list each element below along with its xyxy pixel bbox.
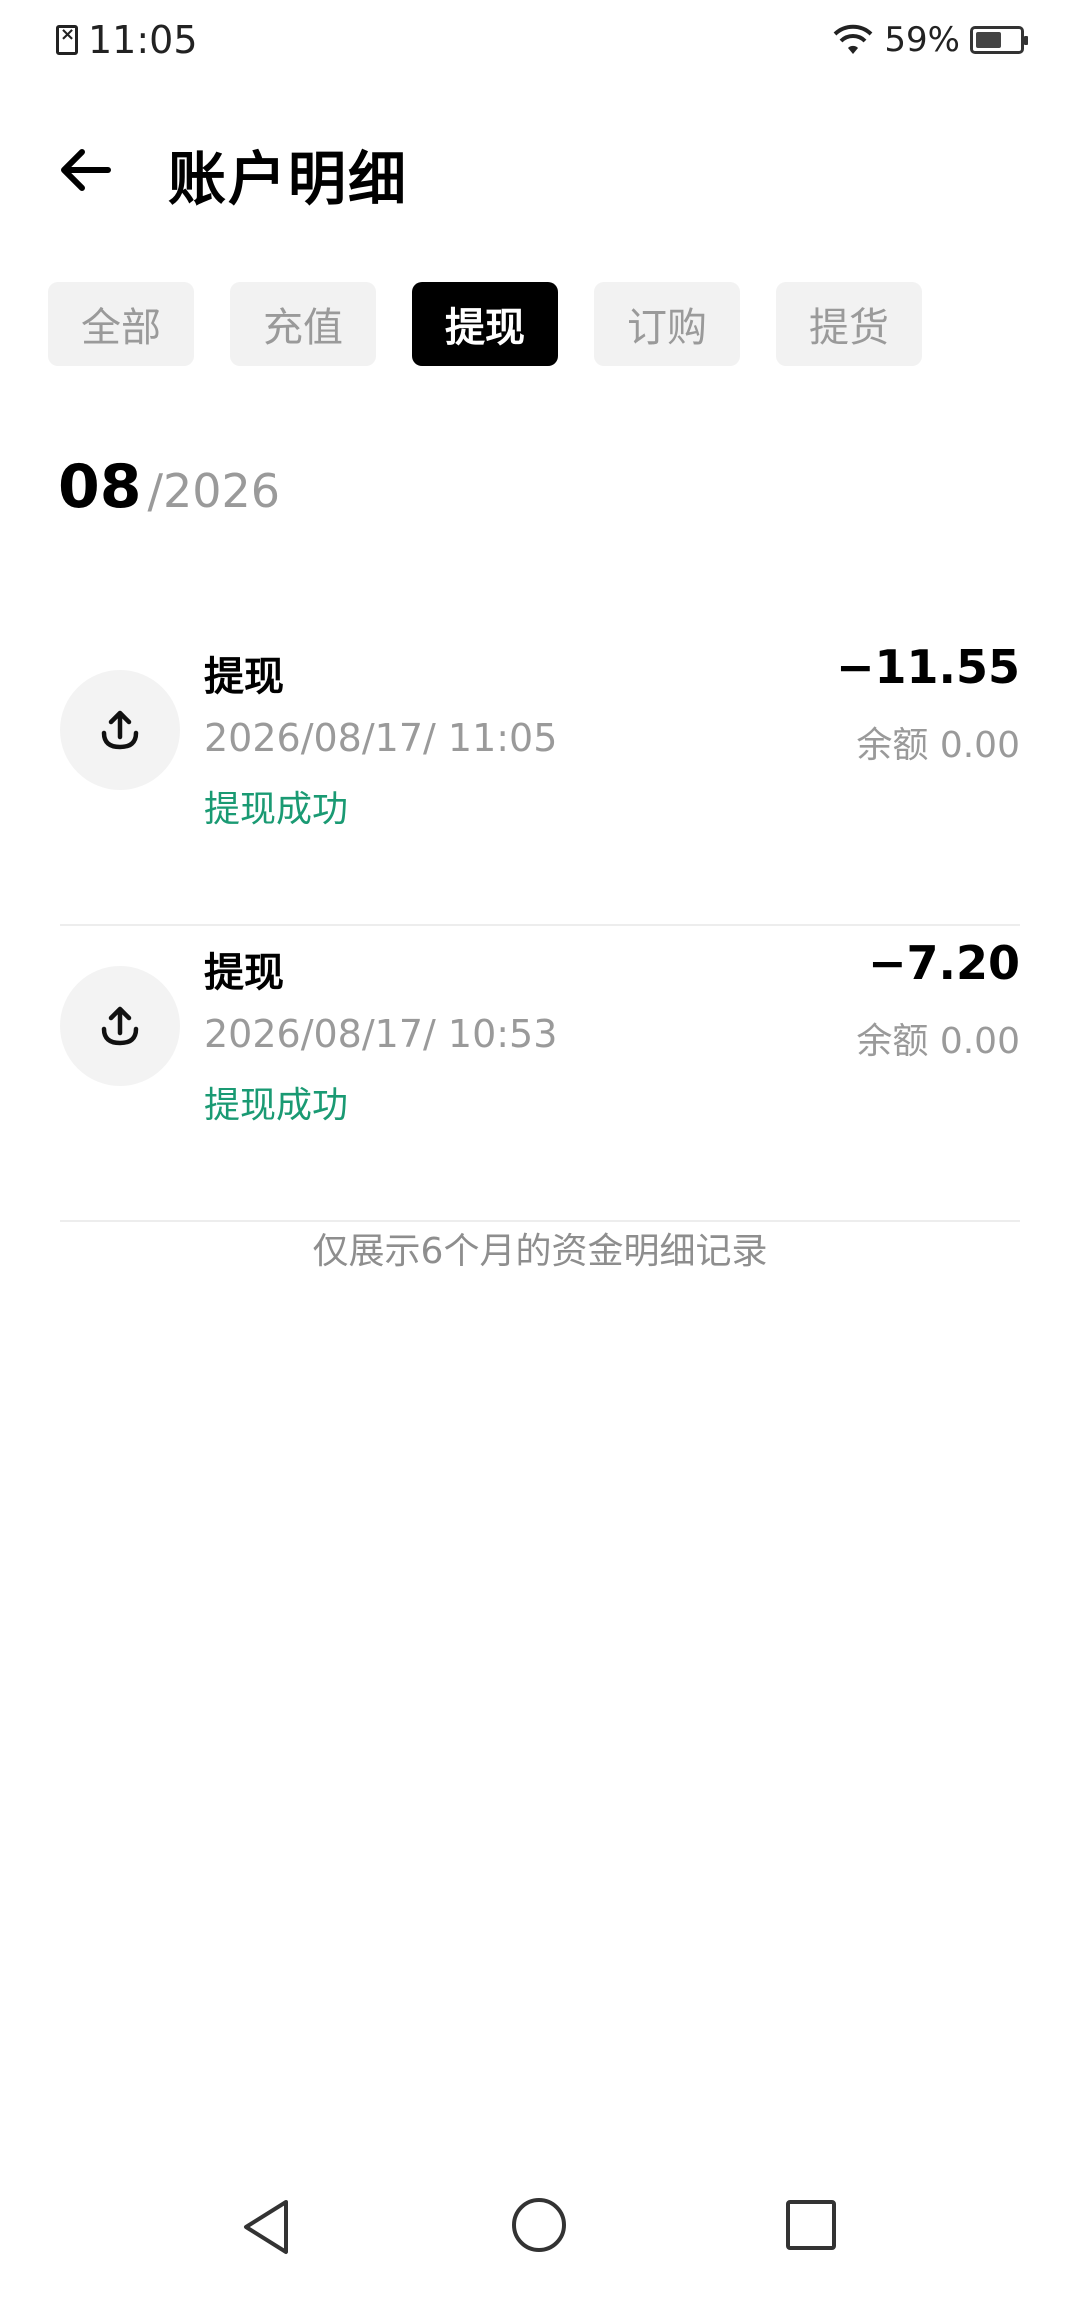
year-label: /2026	[147, 464, 281, 518]
record-time: 2026/08/17/ 11:05	[204, 716, 558, 760]
tab-2[interactable]: 提现	[412, 282, 558, 366]
battery-level	[976, 32, 1001, 48]
record-status: 提现成功	[204, 1085, 349, 1126]
tab-1[interactable]: 充值	[230, 282, 376, 366]
record-balance: 余额 0.00	[856, 725, 1020, 766]
upload-icon	[101, 1006, 139, 1046]
record-row[interactable]: 提现 2026/08/17/ 11:05 提现成功 −11.55 余额 0.00	[60, 630, 1020, 926]
sim-error-icon	[56, 24, 78, 55]
back-button[interactable]	[56, 140, 116, 200]
page-title: 账户明细	[168, 145, 409, 213]
record-list: 提现 2026/08/17/ 11:05 提现成功 −11.55 余额 0.00 提现 20…	[60, 630, 1020, 1222]
nav-home-icon[interactable]	[512, 2198, 566, 2252]
arrow-left-icon	[61, 149, 111, 191]
month-label: 08	[58, 452, 142, 522]
system-nav-bar	[0, 2176, 1080, 2316]
record-type: 提现	[204, 950, 284, 996]
record-balance: 余额 0.00	[856, 1021, 1020, 1062]
record-amount: −11.55	[835, 640, 1020, 694]
tab-4[interactable]: 提货	[776, 282, 922, 366]
tab-0[interactable]: 全部	[48, 282, 194, 366]
footer-note: 仅展示6个月的资金明细记录	[312, 1231, 768, 1272]
status-time: 11:05	[88, 18, 198, 62]
record-type: 提现	[204, 654, 284, 700]
battery-icon	[970, 26, 1028, 54]
upload-icon	[101, 710, 139, 750]
battery-percent: 59%	[884, 20, 960, 60]
record-icon-circle	[60, 670, 180, 790]
wifi-icon	[834, 24, 873, 54]
status-right: 59%	[832, 20, 1028, 60]
record-amount: −7.20	[867, 936, 1020, 990]
record-icon-circle	[60, 966, 180, 1086]
filter-tabs: 全部 充值 提现 订购 提货	[48, 282, 922, 366]
status-bar: 11:05 59%	[0, 0, 1080, 80]
record-time: 2026/08/17/ 10:53	[204, 1012, 558, 1056]
nav-back-icon[interactable]	[240, 2198, 294, 2256]
status-left: 11:05	[56, 18, 198, 62]
record-status: 提现成功	[204, 789, 349, 830]
month-header: 08 /2026	[58, 452, 280, 522]
nav-recents-icon[interactable]	[786, 2200, 836, 2250]
record-row[interactable]: 提现 2026/08/17/ 10:53 提现成功 −7.20 余额 0.00	[60, 926, 1020, 1222]
tab-3[interactable]: 订购	[594, 282, 740, 366]
